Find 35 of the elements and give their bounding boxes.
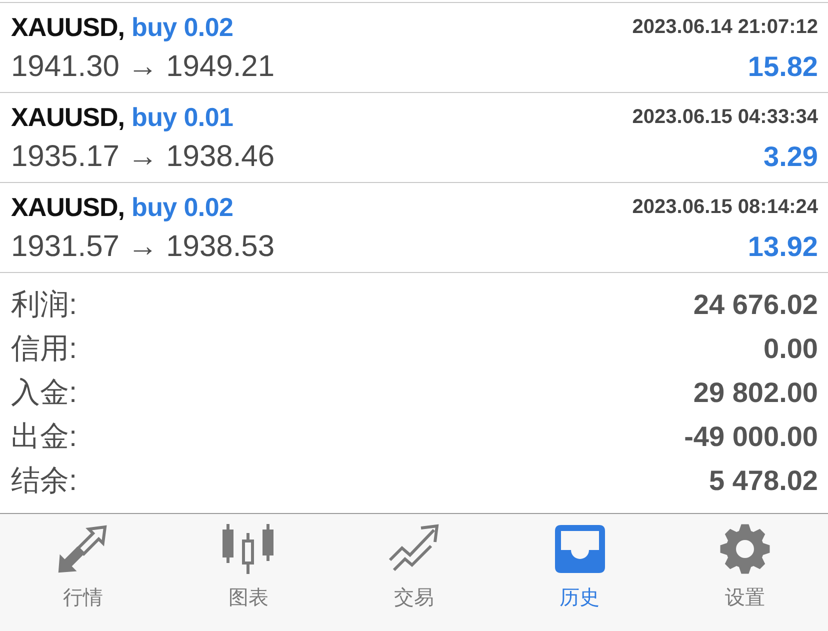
summary-label: 结余: bbox=[11, 464, 78, 499]
timestamp: 2023.06.15 04:33:34 bbox=[632, 106, 818, 128]
order-type-label: buy 0.02 bbox=[132, 12, 234, 42]
order-type-label: buy 0.02 bbox=[132, 192, 234, 222]
summary-label: 出金: bbox=[11, 420, 78, 455]
tab[interactable]: 历史 bbox=[496, 514, 662, 631]
profit-value: 3.29 bbox=[764, 141, 818, 173]
tab[interactable]: 设置 bbox=[662, 514, 828, 631]
price-range: 1935.17 → 1938.46 bbox=[11, 140, 275, 174]
summary-value: 0.00 bbox=[764, 333, 818, 365]
summary-label: 信用: bbox=[11, 332, 78, 367]
price-range: 1931.57 → 1938.53 bbox=[11, 230, 275, 264]
order-type-label: buy 0.01 bbox=[132, 102, 234, 132]
summary-value: 29 802.00 bbox=[693, 377, 818, 409]
profit-value: 15.82 bbox=[748, 51, 818, 83]
tab[interactable]: 图表 bbox=[166, 514, 332, 631]
inbox-icon bbox=[554, 524, 606, 574]
summary-label: 利润: bbox=[11, 288, 78, 323]
summary-value: -49 000.00 bbox=[684, 421, 818, 453]
timestamp: 2023.06.15 08:14:24 bbox=[632, 196, 818, 218]
price-range: 1941.30 → 1949.21 bbox=[11, 50, 275, 84]
settings-icon bbox=[719, 523, 772, 575]
symbol-label: XAUUSD, bbox=[11, 12, 125, 42]
candlestick-icon bbox=[222, 523, 274, 575]
summary-label: 入金: bbox=[11, 376, 78, 411]
trend-arrow-icon bbox=[388, 524, 440, 574]
symbol-label: XAUUSD, bbox=[11, 102, 125, 132]
diagonal-arrows-icon bbox=[56, 525, 109, 573]
timestamp: 2023.06.14 21:07:12 bbox=[632, 16, 818, 38]
tab[interactable]: 交易 bbox=[331, 514, 497, 631]
summary-value: 24 676.02 bbox=[693, 289, 818, 321]
symbol-label: XAUUSD, bbox=[11, 192, 125, 222]
summary-value: 5 478.02 bbox=[709, 465, 818, 497]
tab[interactable]: 行情 bbox=[0, 514, 166, 631]
profit-value: 13.92 bbox=[748, 231, 818, 263]
